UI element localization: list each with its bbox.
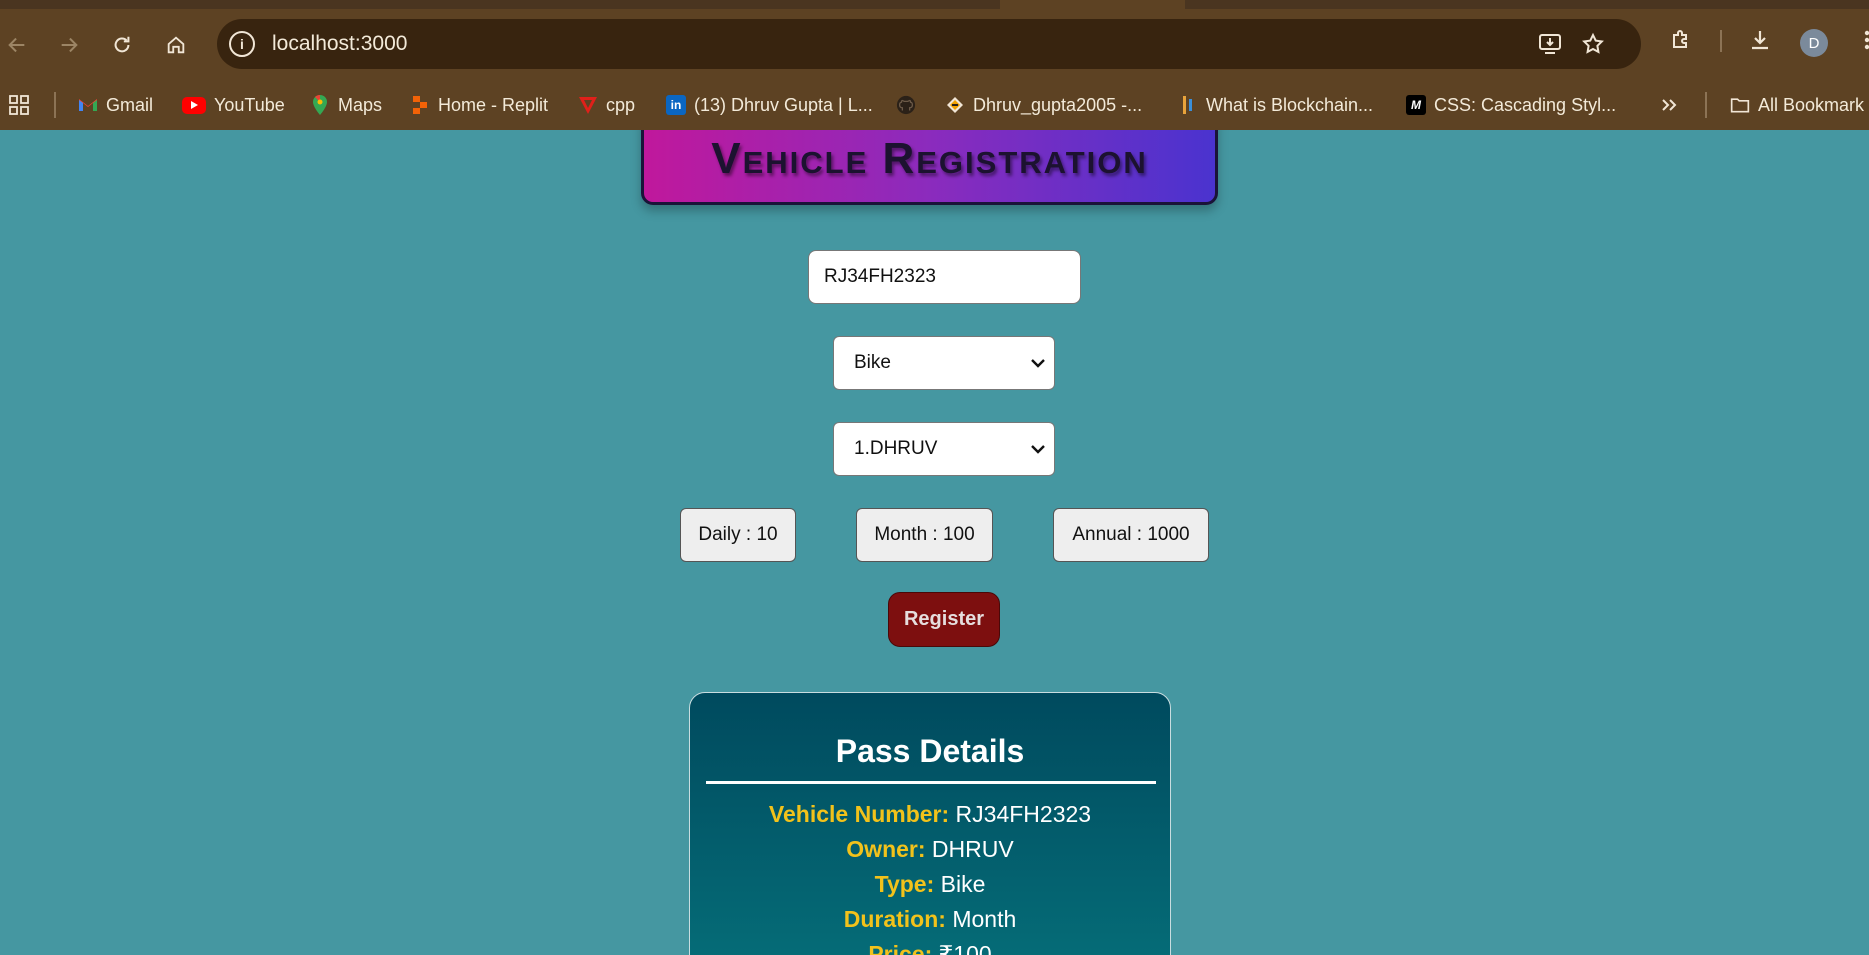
pass-vehicle-number-value: RJ34FH2323 <box>955 801 1092 827</box>
blockchain-icon <box>1178 95 1198 115</box>
pass-details-card: Pass Details Vehicle Number: RJ34FH2323 … <box>689 692 1171 955</box>
chevron-down-icon <box>1031 359 1045 368</box>
forward-icon[interactable] <box>52 28 86 62</box>
apps-icon[interactable] <box>8 92 30 118</box>
chevron-down-icon <box>1031 445 1045 454</box>
bookmark-label: Dhruv_gupta2005 -... <box>973 94 1143 115</box>
pass-title: Pass Details <box>835 733 1025 769</box>
pass-price-row: Price: ₹100 <box>690 941 1170 955</box>
pass-price-label: Price: <box>868 941 933 955</box>
pass-type-label: Type: <box>874 871 935 897</box>
vehicle-number-input[interactable] <box>808 250 1081 304</box>
maps-icon <box>310 94 330 115</box>
vehicle-type-select[interactable]: Bike <box>833 336 1055 390</box>
install-app-icon[interactable] <box>1536 30 1564 58</box>
pass-owner-row: Owner: DHRUV <box>690 836 1170 863</box>
menu-kebab-icon[interactable] <box>1852 25 1869 55</box>
youtube-icon <box>182 96 206 114</box>
bookmarks-bar: Gmail YouTube Maps Home - Replit cpp in … <box>0 80 1869 130</box>
active-tab[interactable] <box>1000 0 1185 9</box>
reload-icon[interactable] <box>105 28 139 62</box>
annual-price-button[interactable]: Annual : 1000 <box>1053 508 1209 562</box>
bookmark-star-icon[interactable] <box>1579 30 1607 58</box>
all-bookmarks[interactable]: All Bookmark <box>1730 92 1864 118</box>
all-bookmarks-label: All Bookmark <box>1758 94 1865 115</box>
daily-price-button[interactable]: Daily : 10 <box>680 508 796 562</box>
vehicle-type-selected: Bike <box>854 352 891 373</box>
profile-icon <box>945 95 965 115</box>
bookmark-replit[interactable]: Home - Replit <box>410 92 548 118</box>
pass-owner-label: Owner: <box>846 836 926 862</box>
pass-divider <box>706 781 1156 784</box>
bookmark-label: YouTube <box>214 94 285 115</box>
bookmark-label: cpp <box>606 94 636 115</box>
pass-owner-value: DHRUV <box>931 836 1014 862</box>
owner-selected: 1.DHRUV <box>854 438 938 459</box>
bookmark-maps[interactable]: Maps <box>310 92 382 118</box>
bookmark-linkedin[interactable]: in (13) Dhruv Gupta | L... <box>666 92 873 118</box>
pass-price-value: ₹100 <box>938 941 992 955</box>
site-info-icon[interactable]: i <box>229 31 255 57</box>
pass-duration-label: Duration: <box>843 906 946 932</box>
home-icon[interactable] <box>159 28 193 62</box>
page-content: Vehicle Registration Bike 1.DHRUV Daily … <box>0 130 1869 955</box>
more-bookmarks-icon[interactable] <box>1660 92 1678 118</box>
mdn-icon: M <box>1406 95 1426 115</box>
bookmark-label: Maps <box>338 94 383 115</box>
address-bar[interactable]: i localhost:3000 <box>217 19 1641 69</box>
browser-toolbar: i localhost:3000 D <box>0 9 1869 80</box>
folder-icon <box>1730 95 1750 115</box>
tab-strip <box>0 0 1869 9</box>
profile-avatar[interactable]: D <box>1800 29 1828 57</box>
linkedin-icon: in <box>666 95 686 115</box>
toolbar-separator <box>1720 30 1722 52</box>
bookmark-blockchain[interactable]: What is Blockchain... <box>1178 92 1373 118</box>
bookmark-github[interactable] <box>896 92 916 118</box>
cpp-icon <box>578 95 598 115</box>
bookmarks-separator <box>54 92 56 118</box>
pass-type-value: Bike <box>940 871 986 897</box>
bookmark-youtube[interactable]: YouTube <box>182 92 285 118</box>
back-icon[interactable] <box>0 28 34 62</box>
bookmark-profile[interactable]: Dhruv_gupta2005 -... <box>945 92 1142 118</box>
bookmark-cpp[interactable]: cpp <box>578 92 635 118</box>
github-icon <box>896 95 916 115</box>
pass-type-row: Type: Bike <box>690 871 1170 898</box>
gmail-icon <box>78 95 98 115</box>
bookmark-label: CSS: Cascading Styl... <box>1434 94 1617 115</box>
bookmark-label: (13) Dhruv Gupta | L... <box>694 94 873 115</box>
month-price-button[interactable]: Month : 100 <box>856 508 993 562</box>
pass-duration-value: Month <box>952 906 1017 932</box>
pass-duration-row: Duration: Month <box>690 906 1170 933</box>
pass-vehicle-number-label: Vehicle Number: <box>768 801 950 827</box>
pass-vehicle-number-row: Vehicle Number: RJ34FH2323 <box>690 801 1170 828</box>
title-banner: Vehicle Registration <box>641 130 1218 205</box>
replit-icon <box>410 95 430 115</box>
bookmark-mdn[interactable]: M CSS: Cascading Styl... <box>1406 92 1616 118</box>
address-bar-url[interactable]: localhost:3000 <box>272 32 407 56</box>
bookmark-gmail[interactable]: Gmail <box>78 92 153 118</box>
downloads-icon[interactable] <box>1745 25 1775 55</box>
bookmark-label: What is Blockchain... <box>1206 94 1374 115</box>
owner-select[interactable]: 1.DHRUV <box>833 422 1055 476</box>
bookmark-label: Gmail <box>106 94 154 115</box>
register-button[interactable]: Register <box>888 592 1000 647</box>
bookmarks-separator <box>1705 92 1707 118</box>
bookmark-label: Home - Replit <box>438 94 549 115</box>
extensions-icon[interactable] <box>1666 25 1696 55</box>
page-title: Vehicle Registration <box>711 134 1148 183</box>
